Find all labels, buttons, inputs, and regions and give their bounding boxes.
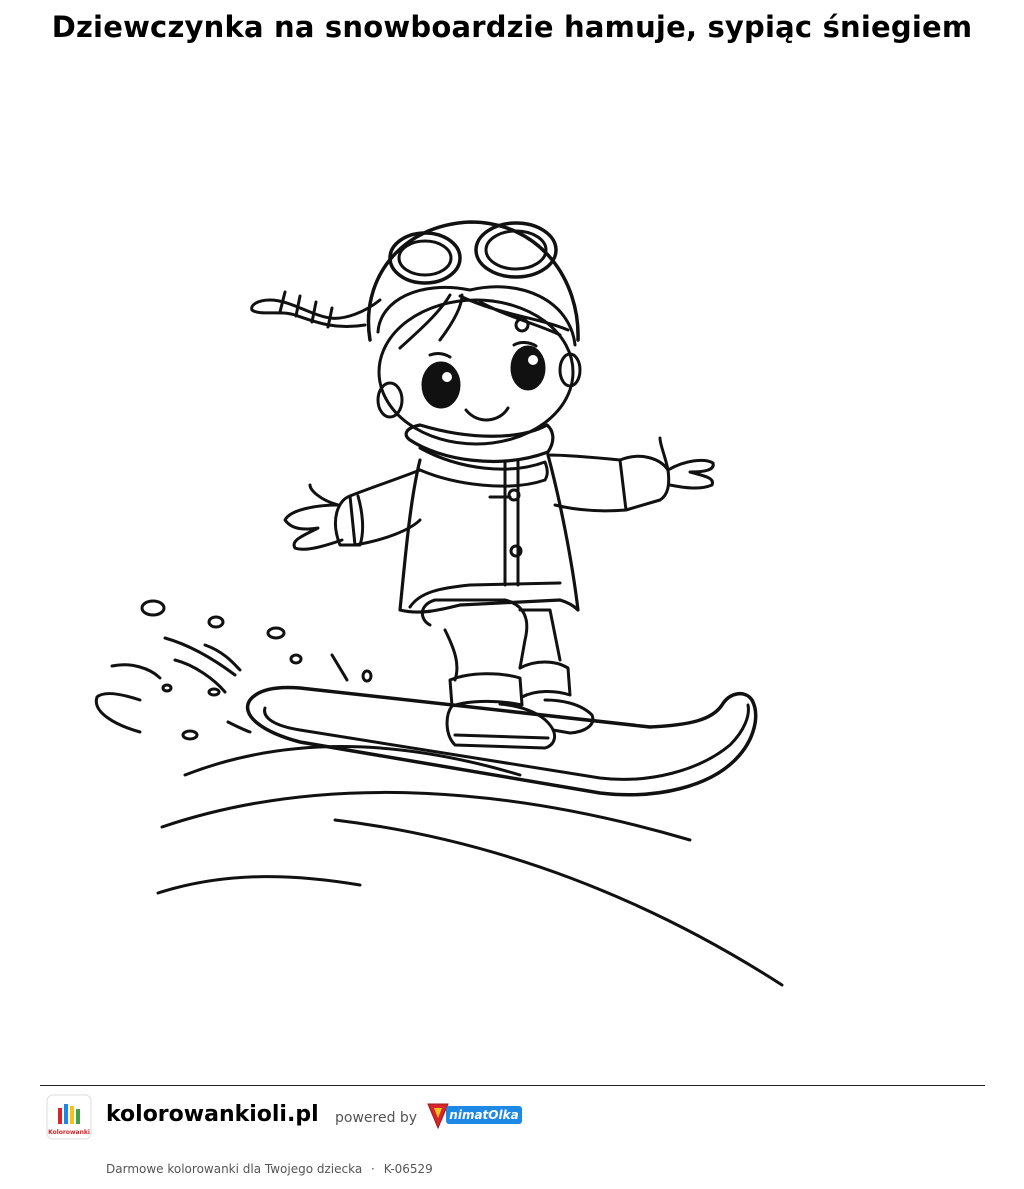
hair [398, 293, 570, 350]
snow-spray [173, 658, 227, 694]
goggle-lens [484, 229, 548, 271]
goggle-lens [397, 239, 453, 277]
animatolka-logo-icon[interactable]: nimatOlka [424, 1098, 526, 1132]
powered-by-label: powered by [335, 1110, 418, 1126]
tagline-text: Darmowe kolorowanki dla Twojego dziecka [106, 1162, 363, 1176]
snowboard [263, 703, 750, 781]
site-name[interactable]: kolorowankioli.pl [106, 1102, 319, 1127]
snow-spray [181, 729, 199, 741]
smile [464, 406, 510, 422]
tagline-separator: · [371, 1162, 375, 1176]
hand [283, 483, 344, 551]
coat-button [507, 488, 521, 502]
snow-spray [361, 669, 373, 683]
snow-spray [110, 663, 162, 680]
eye [421, 361, 461, 409]
snow-spray [161, 683, 173, 693]
snow-spray [330, 653, 349, 682]
snow-spray [289, 653, 303, 665]
snow-spray [94, 692, 142, 734]
snow-spray [226, 720, 252, 734]
snow-spray [207, 615, 225, 629]
cuff [334, 494, 365, 547]
leg-warmer [448, 672, 524, 708]
coat-button [509, 544, 523, 558]
snow-spray [140, 599, 166, 617]
snow-hill-line [333, 818, 784, 987]
page-title: Dziewczynka na snowboardzie hamuje, sypi… [51, 10, 973, 44]
leg [443, 628, 459, 682]
snow-hill-line [156, 875, 362, 895]
eye [510, 345, 546, 391]
coloring-illustration [94, 220, 784, 987]
cuff [618, 454, 671, 512]
snow-hill-line [160, 790, 692, 842]
footer-divider [40, 1085, 985, 1086]
coat [398, 453, 580, 614]
footer-tagline: Darmowe kolorowanki dla Twojego dziecka … [106, 1162, 433, 1176]
snow-spray [266, 626, 286, 640]
leg-warmer [518, 660, 572, 699]
helmet [376, 285, 577, 347]
svg-text:Kolorowanki: Kolorowanki [48, 1129, 90, 1136]
svg-text:nimatOlka: nimatOlka [449, 1108, 518, 1122]
snow-spray [207, 687, 221, 697]
boot [453, 733, 550, 740]
ear [376, 381, 404, 419]
site-logo-icon[interactable]: Kolorowanki [46, 1094, 92, 1140]
page-code: K-06529 [383, 1162, 433, 1176]
